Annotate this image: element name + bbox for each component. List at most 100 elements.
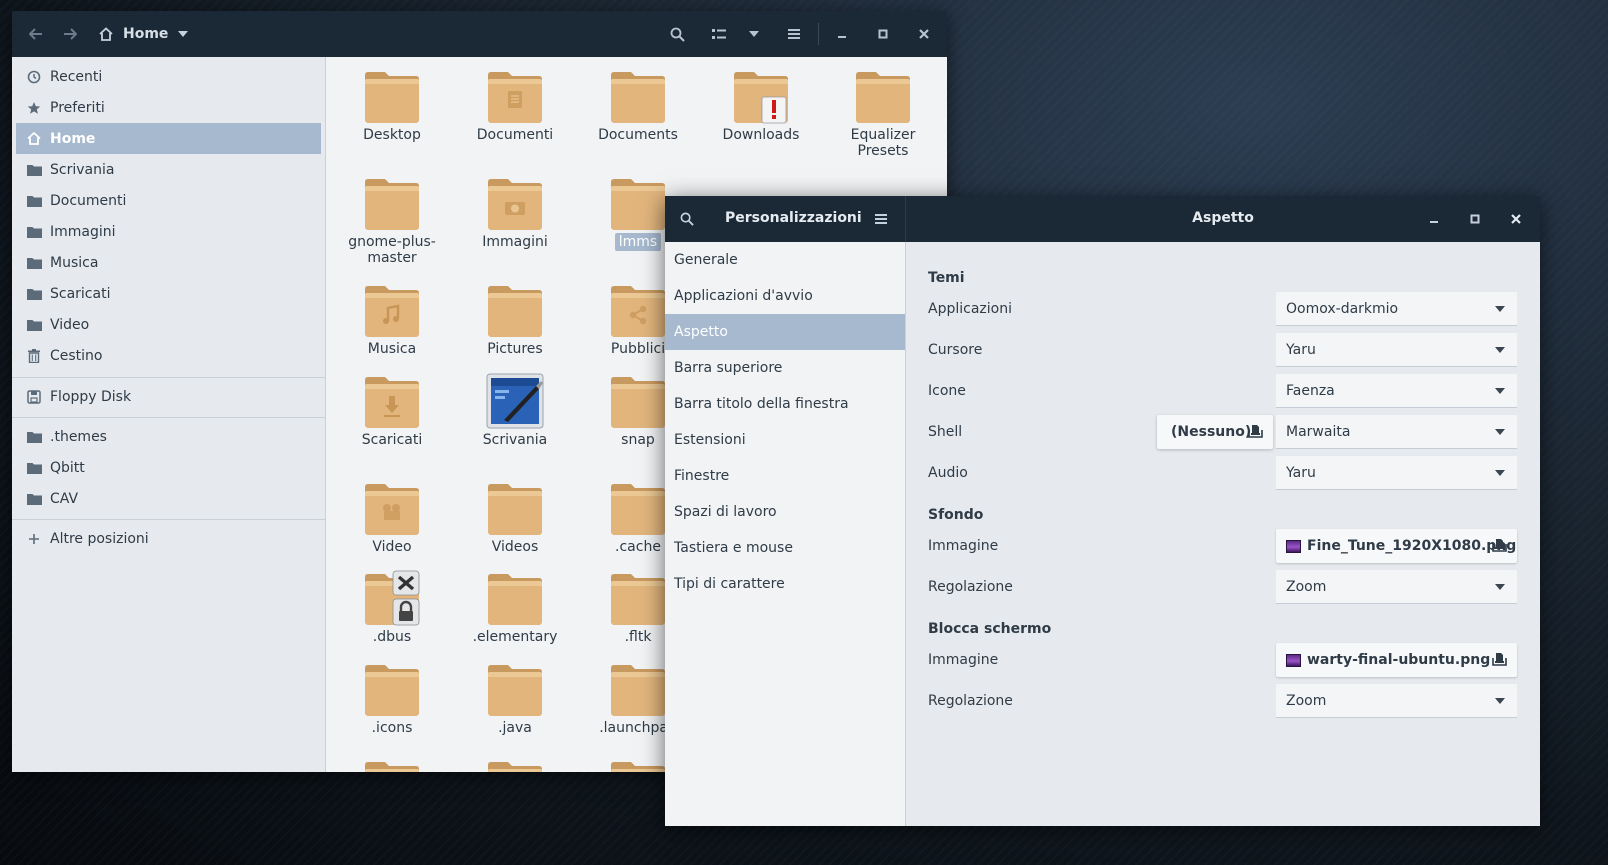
nav-tastiera-mouse[interactable]: Tastiera e mouse [665,530,905,566]
file-item-label: Immagini [482,234,548,250]
icon-theme-combo[interactable]: Faenza [1276,374,1517,408]
file-item[interactable]: Equalizer Presets [828,67,938,159]
close-button[interactable] [912,11,936,57]
background-adjustment-combo[interactable]: Zoom [1276,570,1517,604]
file-item[interactable]: .java [460,660,570,736]
applications-theme-combo[interactable]: Oomox-darkmio [1276,292,1517,326]
home-icon [99,27,113,41]
nav-applicazioni-avvio[interactable]: Applicazioni d'avvio [665,278,905,314]
tweaks-window: Personalizzazioni Aspetto Generale Appli… [665,196,1540,826]
file-item[interactable]: Musica [337,281,447,357]
label-regolazione-blocco: Regolazione [928,693,1013,709]
menu-button[interactable] [869,196,893,242]
label-icone: Icone [928,383,966,399]
file-item-label: Documents [598,127,678,143]
file-item[interactable]: Documents [583,67,693,143]
section-sfondo: Sfondo [928,507,984,523]
sidebar-item-label: Immagini [50,223,116,240]
file-item[interactable]: gnome-plus-master [337,174,447,266]
view-list-button[interactable] [706,11,732,57]
cursor-theme-combo[interactable]: Yaru [1276,333,1517,367]
search-icon [680,212,694,226]
trash-icon [20,348,48,363]
sidebar-item-musica[interactable]: Musica [16,247,321,278]
sidebar-divider [12,417,325,418]
sidebar-item-documenti[interactable]: Documenti [16,185,321,216]
close-button[interactable] [1504,196,1528,242]
lockscreen-adjustment-combo[interactable]: Zoom [1276,684,1517,718]
minimize-button[interactable] [1422,196,1446,242]
file-item[interactable]: Desktop [337,67,447,143]
tweaks-headerbar: Personalizzazioni Aspetto [665,196,1540,242]
sidebar-item-immagini[interactable]: Immagini [16,216,321,247]
file-item-partial[interactable] [337,757,447,772]
sound-theme-combo[interactable]: Yaru [1276,456,1517,490]
file-item[interactable]: Scrivania [460,372,570,448]
sidebar-item-themes[interactable]: .themes [16,421,321,452]
sidebar-item-label: Preferiti [50,99,105,116]
location-button[interactable]: Home [98,11,198,57]
chevron-down-icon [1495,429,1505,435]
sidebar-item-cestino[interactable]: Cestino [16,340,321,371]
app-launcher-icon [486,372,544,430]
combo-value: Zoom [1286,692,1327,709]
nav-tipi-di-carattere[interactable]: Tipi di carattere [665,566,905,602]
sidebar-item-home[interactable]: Home [16,123,321,154]
nav-spazi-di-lavoro[interactable]: Spazi di lavoro [665,494,905,530]
file-item-partial[interactable] [460,757,570,772]
minimize-button[interactable] [830,11,854,57]
nav-aspetto[interactable]: Aspetto [665,314,905,350]
background-image-button[interactable]: Fine_Tune_1920X1080.png [1276,529,1517,563]
sidebar-item-scaricati[interactable]: Scaricati [16,278,321,309]
folder-icon [486,281,544,339]
sidebar-item-video[interactable]: Video [16,309,321,340]
file-item[interactable]: .elementary [460,569,570,645]
sidebar-item-floppy-disk[interactable]: Floppy Disk [16,381,321,412]
file-item[interactable]: Scaricati [337,372,447,448]
search-button[interactable] [664,11,690,57]
search-button[interactable] [675,196,699,242]
nav-finestre[interactable]: Finestre [665,458,905,494]
menu-button[interactable] [782,11,806,57]
chevron-down-icon [1495,584,1505,590]
file-item-label: .dbus [372,629,412,645]
file-item[interactable]: Downloads [706,67,816,143]
list-view-icon [712,29,726,39]
sidebar-item-label: Scrivania [50,161,115,178]
nav-barra-superiore[interactable]: Barra superiore [665,350,905,386]
file-item[interactable]: Video [337,479,447,555]
nav-barra-titolo[interactable]: Barra titolo della finestra [665,386,905,422]
sidebar-item-label: Musica [50,254,99,271]
shell-theme-combo[interactable]: Marwaita [1276,415,1517,449]
view-options-button[interactable] [742,11,766,57]
folder-icon [486,174,544,232]
back-button[interactable] [22,11,50,57]
file-item[interactable]: Immagini [460,174,570,250]
shell-reset-button[interactable]: (Nessuno) [1157,415,1273,449]
lockscreen-image-button[interactable]: warty-final-ubuntu.png [1276,643,1517,677]
sidebar-item-altre-posizioni[interactable]: Altre posizioni [16,523,321,554]
nav-generale[interactable]: Generale [665,242,905,278]
file-item[interactable]: Videos [460,479,570,555]
sidebar-item-recenti[interactable]: Recenti [16,61,321,92]
file-item[interactable]: .dbus [337,569,447,645]
file-open-icon [1492,538,1507,556]
section-blocca-schermo: Blocca schermo [928,621,1052,637]
sidebar-item-scrivania[interactable]: Scrivania [16,154,321,185]
search-icon [670,27,685,42]
file-item[interactable]: Pictures [460,281,570,357]
sidebar-item-label: Documenti [50,192,127,209]
close-icon [919,29,929,39]
forward-button[interactable] [56,11,84,57]
folder-icon [609,67,667,125]
file-item[interactable]: Documenti [460,67,570,143]
maximize-button[interactable] [871,11,895,57]
sidebar-item-qbitt[interactable]: Qbitt [16,452,321,483]
nav-estensioni[interactable]: Estensioni [665,422,905,458]
sidebar-item-preferiti[interactable]: Preferiti [16,92,321,123]
file-item[interactable]: .icons [337,660,447,736]
sidebar-item-cav[interactable]: CAV [16,483,321,514]
file-name: warty-final-ubuntu.png [1307,652,1491,668]
maximize-button[interactable] [1463,196,1487,242]
sidebar-divider [12,519,325,520]
